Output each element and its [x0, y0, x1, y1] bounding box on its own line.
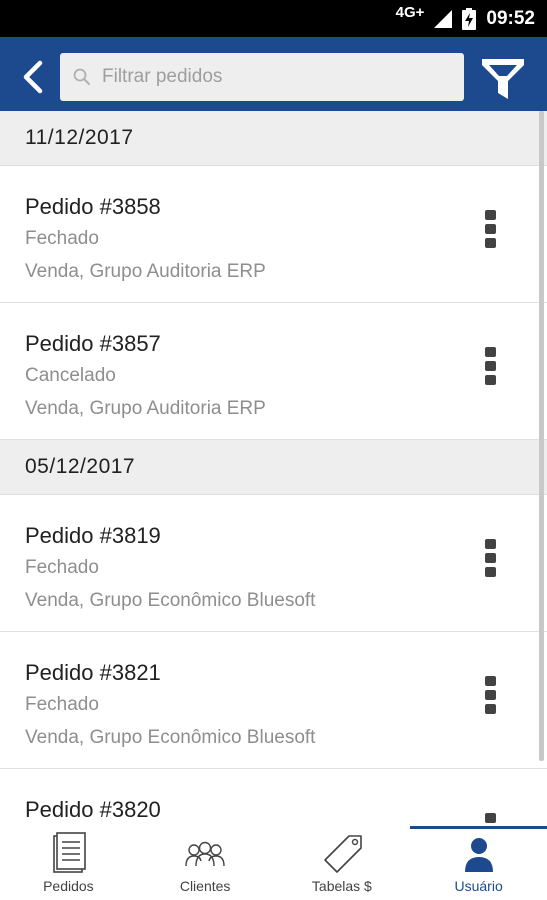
scrollbar[interactable]	[539, 111, 544, 761]
battery-charging-icon	[462, 7, 477, 30]
nav-label: Tabelas $	[311, 878, 372, 894]
more-options-icon[interactable]	[482, 676, 498, 718]
back-button[interactable]	[16, 59, 52, 95]
more-options-icon[interactable]	[482, 813, 498, 826]
more-options-icon[interactable]	[482, 539, 498, 581]
order-item[interactable]: Pedido #3821 Fechado Venda, Grupo Econôm…	[0, 632, 547, 769]
order-title: Pedido #3821	[25, 660, 161, 685]
order-title: Pedido #3819	[25, 523, 161, 548]
nav-item-pedidos[interactable]: Pedidos	[0, 826, 137, 900]
order-status: Fechado	[25, 557, 99, 578]
date-section-header: 05/12/2017	[0, 440, 547, 495]
order-group: Venda, Grupo Auditoria ERP	[25, 261, 266, 282]
order-item[interactable]: Pedido #3857 Cancelado Venda, Grupo Audi…	[0, 303, 547, 440]
date-section-header: 11/12/2017	[0, 111, 547, 166]
nav-label: Pedidos	[43, 878, 94, 894]
price-tag-icon	[324, 835, 362, 873]
more-options-icon[interactable]	[482, 210, 498, 252]
signal-icon	[434, 9, 453, 28]
order-title: Pedido #3858	[25, 194, 161, 219]
order-title: Pedido #3857	[25, 331, 161, 356]
nav-label: Usuário	[454, 878, 503, 894]
search-box[interactable]	[60, 53, 464, 101]
nav-label: Clientes	[179, 878, 231, 894]
chevron-left-icon	[23, 60, 43, 94]
order-item[interactable]: Pedido #3858 Fechado Venda, Grupo Audito…	[0, 166, 547, 303]
order-group: Venda, Grupo Econômico Bluesoft	[25, 590, 316, 611]
order-title: Pedido #3820	[25, 797, 161, 822]
nav-item-tabelas[interactable]: Tabelas $	[274, 826, 411, 900]
order-group: Venda, Grupo Econômico Bluesoft	[25, 727, 316, 748]
search-icon	[73, 68, 90, 85]
filter-button[interactable]	[478, 55, 528, 103]
bottom-navigation: Pedidos Clientes Tabelas $ Usuário	[0, 826, 547, 900]
order-item[interactable]: Pedido #3820	[0, 769, 547, 826]
user-icon	[464, 838, 493, 872]
order-status: Fechado	[25, 694, 99, 715]
status-indicators: 4G+ 09:52	[396, 0, 535, 37]
document-list-icon	[53, 832, 87, 873]
people-group-icon	[185, 841, 225, 867]
search-input[interactable]	[102, 53, 452, 101]
nav-item-clientes[interactable]: Clientes	[137, 826, 274, 900]
order-group: Venda, Grupo Auditoria ERP	[25, 398, 266, 419]
status-bar: 4G+ 09:52	[0, 0, 547, 37]
more-options-icon[interactable]	[482, 347, 498, 389]
app-bar	[0, 37, 547, 111]
order-item[interactable]: Pedido #3819 Fechado Venda, Grupo Econôm…	[0, 495, 547, 632]
clock: 09:52	[486, 7, 535, 29]
order-status: Fechado	[25, 228, 99, 249]
orders-list[interactable]: 11/12/2017 Pedido #3858 Fechado Venda, G…	[0, 111, 547, 826]
nav-item-usuario[interactable]: Usuário	[410, 826, 547, 900]
funnel-filter-icon	[482, 59, 524, 99]
network-type-label: 4G+	[395, 4, 425, 21]
order-status: Cancelado	[25, 365, 116, 386]
